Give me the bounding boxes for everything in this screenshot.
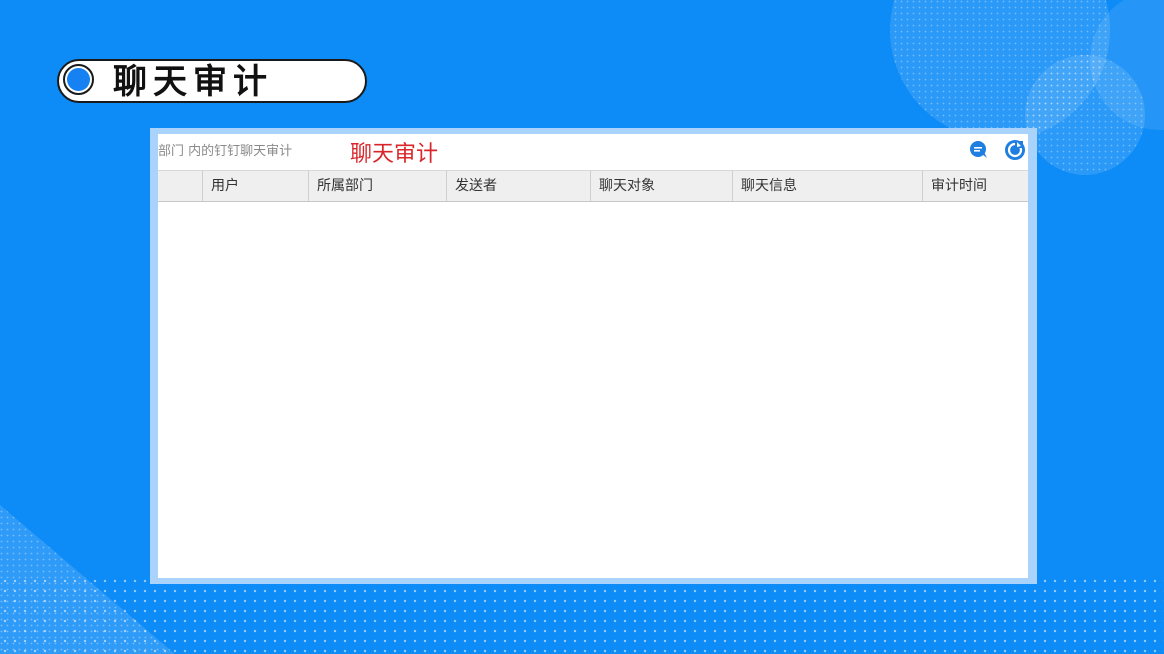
- toolbar: 部门 内的钉钉聊天审计 聊天审计: [158, 134, 1028, 170]
- overlay-label: 聊天审计: [350, 142, 439, 167]
- column-header-chat-target[interactable]: 聊天对象: [590, 171, 732, 201]
- bullet-circle-icon: [63, 64, 94, 95]
- app-window: 部门 内的钉钉聊天审计 聊天审计 用户 所属部门 发送者 聊天对象 聊天信息 审…: [158, 134, 1028, 578]
- column-header-selector[interactable]: [158, 171, 202, 201]
- table-body: [158, 202, 1028, 578]
- breadcrumb: 部门 内的钉钉聊天审计: [158, 144, 293, 159]
- column-header-department[interactable]: 所属部门: [308, 171, 446, 201]
- column-header-chat-message[interactable]: 聊天信息: [732, 171, 922, 201]
- slide-title-pill: 聊天审计: [57, 59, 367, 103]
- chat-bubble-icon[interactable]: [968, 139, 990, 161]
- slide-title: 聊天审计: [113, 62, 273, 102]
- table-header: 用户 所属部门 发送者 聊天对象 聊天信息 审计时间: [158, 170, 1028, 202]
- column-header-sender[interactable]: 发送者: [446, 171, 590, 201]
- dotted-band: [0, 576, 1164, 654]
- column-header-user[interactable]: 用户: [202, 171, 308, 201]
- screenshot-frame: 部门 内的钉钉聊天审计 聊天审计 用户 所属部门 发送者 聊天对象 聊天信息 审…: [150, 128, 1037, 584]
- column-header-audit-time[interactable]: 审计时间: [922, 171, 1028, 201]
- refresh-icon[interactable]: [1004, 139, 1026, 161]
